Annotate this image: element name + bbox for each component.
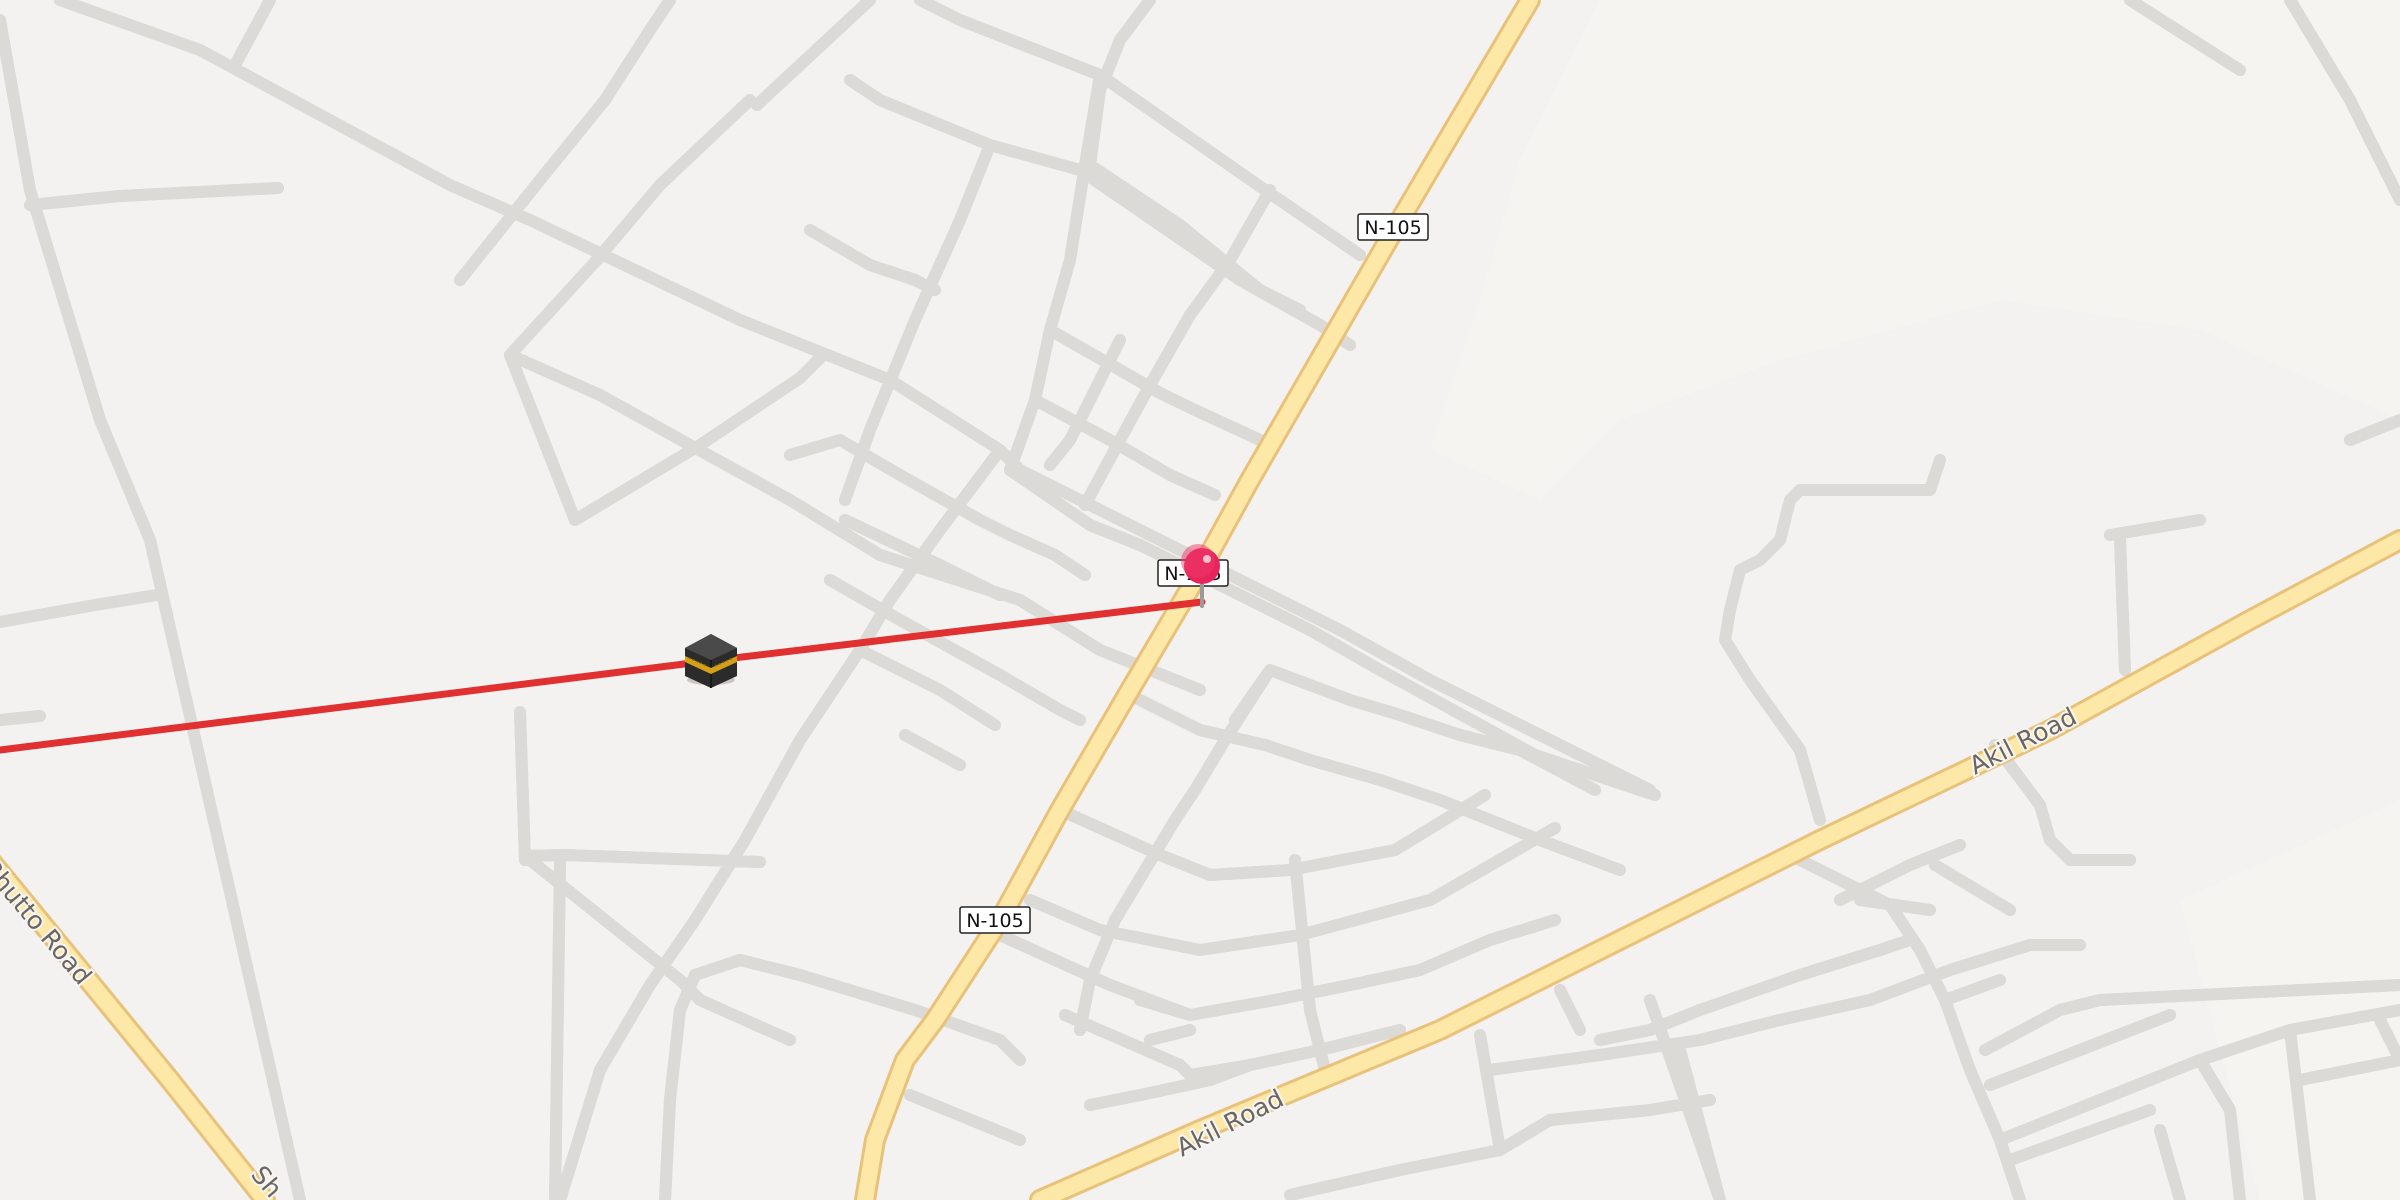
map-canvas[interactable]: Akil Road Akil Road Benazir Bhutto Road … [0,0,2400,1200]
svg-text:N-105: N-105 [1364,217,1421,239]
highway-shield-n105-lower: N-105 [959,906,1031,934]
svg-text:N-105: N-105 [966,910,1023,932]
map-view[interactable]: Akil Road Akil Road Benazir Bhutto Road … [0,0,2400,1200]
highway-shield-n105-top: N-105 [1357,213,1429,241]
